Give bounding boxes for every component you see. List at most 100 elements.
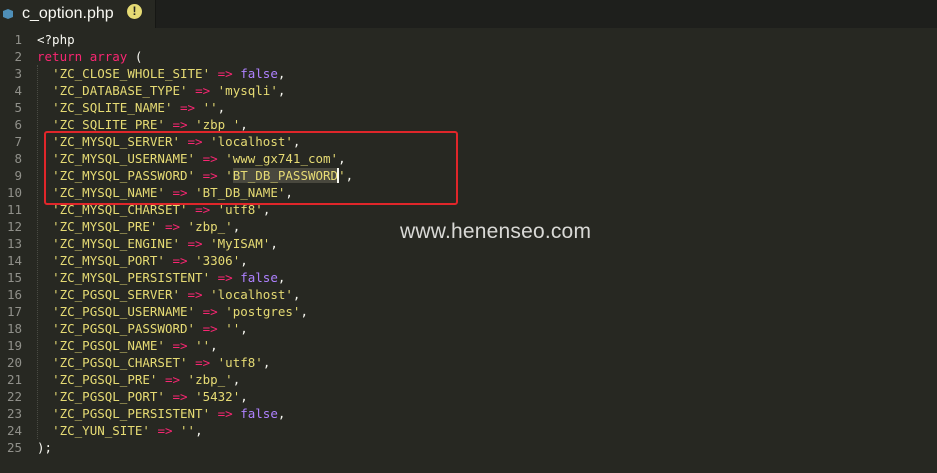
tab-c-option-php[interactable]: c_option.php ! xyxy=(0,0,156,28)
line-number: 9 xyxy=(14,168,22,183)
code-line[interactable]: 'ZC_PGSQL_SERVER' => 'localhost', xyxy=(37,286,937,303)
string-token: '3306' xyxy=(195,253,241,268)
string-token: 'utf8' xyxy=(217,355,263,370)
punctuation-token xyxy=(188,338,196,353)
punctuation-token xyxy=(188,253,196,268)
punctuation-token xyxy=(210,355,218,370)
indentation xyxy=(37,406,52,421)
code-line[interactable]: 'ZC_CLOSE_WHOLE_SITE' => false, xyxy=(37,65,937,82)
string-token: 'zbp_' xyxy=(195,117,241,132)
indentation xyxy=(37,66,52,81)
punctuation-token xyxy=(188,117,196,132)
code-line[interactable]: 'ZC_PGSQL_NAME' => '', xyxy=(37,337,937,354)
string-token: '' xyxy=(202,100,218,115)
punctuation-token xyxy=(210,83,218,98)
punctuation-token: , xyxy=(262,355,271,370)
string-token: 'zbp_' xyxy=(187,219,233,234)
punctuation-token xyxy=(188,355,196,370)
line-number: 16 xyxy=(6,287,22,302)
string-token: 'ZC_PGSQL_NAME' xyxy=(52,338,165,353)
code-line[interactable]: 'ZC_MYSQL_PORT' => '3306', xyxy=(37,252,937,269)
code-line[interactable]: 'ZC_DATABASE_TYPE' => 'mysqli', xyxy=(37,82,937,99)
string-token: 'ZC_CLOSE_WHOLE_SITE' xyxy=(52,66,211,81)
punctuation-token: , xyxy=(232,219,241,234)
string-token: '' xyxy=(195,338,211,353)
line-number: 10 xyxy=(6,185,22,200)
string-token: 'ZC_SQLITE_NAME' xyxy=(52,100,173,115)
punctuation-token: , xyxy=(300,304,308,319)
punctuation-token xyxy=(195,100,203,115)
punctuation-token: , xyxy=(217,100,226,115)
operator-token: => xyxy=(202,304,218,319)
line-number: 2 xyxy=(14,49,22,64)
line-number: 15 xyxy=(6,270,22,285)
line-number: 1 xyxy=(14,32,22,47)
code-line[interactable]: 'ZC_PGSQL_PERSISTENT' => false, xyxy=(37,405,937,422)
punctuation-token xyxy=(210,406,218,421)
operator-token: => xyxy=(195,355,211,370)
line-number: 5 xyxy=(14,100,22,115)
line-number-gutter: 1 2 3 4 5 6 7 8 9 10 11 12 13 14 15 16 17 18 19 20 21 22 23 24 2… xyxy=(0,31,22,456)
code-line[interactable]: 'ZC_PGSQL_CHARSET' => 'utf8', xyxy=(37,354,937,371)
punctuation-token xyxy=(173,423,181,438)
operator-token: => xyxy=(217,270,233,285)
operator-token: => xyxy=(157,423,173,438)
unsaved-warning-icon[interactable]: ! xyxy=(127,4,142,19)
line-number: 22 xyxy=(6,389,22,404)
punctuation-token: ); xyxy=(37,440,53,455)
line-number: 3 xyxy=(14,66,22,81)
string-token: '' xyxy=(180,423,196,438)
operator-token: => xyxy=(187,236,203,251)
tab-label: c_option.php xyxy=(22,5,114,22)
string-token: 'ZC_PGSQL_USERNAME' xyxy=(52,304,196,319)
punctuation-token: , xyxy=(240,389,248,404)
line-number: 13 xyxy=(6,236,22,251)
code-line[interactable]: 'ZC_PGSQL_PASSWORD' => '', xyxy=(37,320,937,337)
constant-token: false xyxy=(240,406,278,421)
punctuation-token xyxy=(157,372,165,387)
indentation xyxy=(37,236,52,251)
string-token: 'ZC_MYSQL_PERSISTENT' xyxy=(52,270,211,285)
line-number: 21 xyxy=(6,372,22,387)
indentation xyxy=(37,270,52,285)
punctuation-token xyxy=(157,219,165,234)
indentation xyxy=(37,423,52,438)
code-line[interactable]: 'ZC_PGSQL_PORT' => '5432', xyxy=(37,388,937,405)
punctuation-token xyxy=(188,83,196,98)
code-line[interactable]: 'ZC_YUN_SITE' => '', xyxy=(37,422,937,439)
string-token: 'postgres' xyxy=(225,304,301,319)
operator-token: => xyxy=(172,117,188,132)
line-number: 18 xyxy=(6,321,22,336)
string-token: 'localhost' xyxy=(210,287,293,302)
string-token: '5432' xyxy=(195,389,241,404)
punctuation-token xyxy=(180,236,188,251)
indentation xyxy=(37,83,52,98)
indentation xyxy=(37,304,52,319)
code-line[interactable]: 'ZC_MYSQL_PERSISTENT' => false, xyxy=(37,269,937,286)
punctuation-token xyxy=(172,100,180,115)
string-token: 'MyISAM' xyxy=(210,236,271,251)
watermark: www.henenseo.com xyxy=(400,220,592,243)
operator-token: => xyxy=(195,83,211,98)
indentation xyxy=(37,117,52,132)
string-token: 'ZC_DATABASE_TYPE' xyxy=(52,83,188,98)
indentation xyxy=(37,321,52,336)
operator-token: => xyxy=(217,406,233,421)
keyword-token: return xyxy=(37,49,83,64)
code-line[interactable]: return array ( xyxy=(37,48,937,65)
punctuation-token: , xyxy=(292,287,301,302)
code-line[interactable]: 'ZC_PGSQL_PRE' => 'zbp_', xyxy=(37,371,937,388)
code-line[interactable]: 'ZC_PGSQL_USERNAME' => 'postgres', xyxy=(37,303,937,320)
operator-token: => xyxy=(164,372,181,387)
operator-token: => xyxy=(172,253,188,268)
punctuation-token xyxy=(203,287,211,302)
mysql-settings-highlight-box xyxy=(44,131,458,205)
string-token: 'ZC_MYSQL_ENGINE' xyxy=(52,236,180,251)
constant-token: false xyxy=(240,66,278,81)
code-line[interactable]: <?php xyxy=(37,31,937,48)
code-line[interactable]: ); xyxy=(37,439,937,456)
code-editor[interactable]: 1 2 3 4 5 6 7 8 9 10 11 12 13 14 15 16 17 18 19 20 21 22 23 24 2… xyxy=(0,28,937,473)
punctuation-token: , xyxy=(232,372,241,387)
code-line[interactable]: 'ZC_SQLITE_NAME' => '', xyxy=(37,99,937,116)
line-number: 20 xyxy=(6,355,22,370)
